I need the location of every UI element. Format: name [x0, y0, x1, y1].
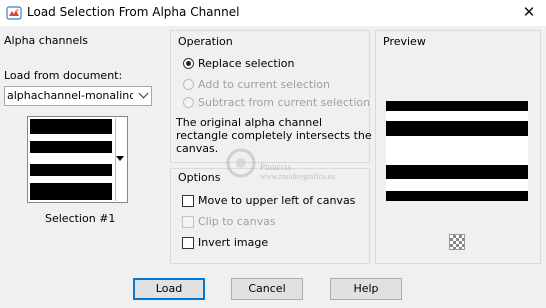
move-to-upper-left-label: Move to upper left of canvas [198, 194, 356, 207]
invert-image-label: Invert image [198, 236, 269, 249]
options-title: Options [178, 171, 221, 184]
operation-description-line: canvas. [176, 142, 219, 155]
close-button[interactable]: ✕ [514, 1, 544, 23]
preview-zoom-icon[interactable] [449, 234, 465, 250]
operation-title: Operation [178, 35, 233, 48]
document-select-value: alphachannel-monalinda [7, 89, 133, 102]
close-icon: ✕ [522, 3, 536, 21]
preview-title: Preview [383, 35, 426, 48]
document-select[interactable]: alphachannel-monalinda [4, 86, 152, 106]
thumbnail-stripe [30, 183, 112, 200]
app-icon [6, 6, 22, 20]
thumbnail-stripe [30, 164, 112, 176]
invert-image-checkbox[interactable] [182, 237, 194, 249]
clip-to-canvas-label: Clip to canvas [198, 215, 276, 228]
help-button[interactable]: Help [330, 278, 402, 300]
window-title: Load Selection From Alpha Channel [27, 5, 240, 19]
load-button[interactable]: Load [133, 278, 205, 300]
preview-stripe [386, 101, 528, 111]
preview-stripe [386, 191, 528, 201]
move-to-upper-left-checkbox[interactable] [182, 195, 194, 207]
radio-selected-dot [186, 61, 191, 66]
selection-name-label: Selection #1 [45, 212, 116, 225]
thumbnail-stripe [30, 141, 112, 153]
preview-stripe [386, 121, 528, 136]
add-to-selection-radio[interactable] [183, 79, 194, 90]
operation-description-line: rectangle completely intersects the [176, 129, 372, 142]
cancel-button[interactable]: Cancel [231, 278, 303, 300]
selection-thumbnail-picker[interactable] [27, 116, 128, 203]
add-to-selection-label: Add to current selection [198, 78, 330, 91]
clip-to-canvas-checkbox[interactable] [182, 216, 194, 228]
subtract-from-selection-radio[interactable] [183, 97, 194, 108]
chevron-down-icon [138, 88, 149, 99]
subtract-from-selection-label: Subtract from current selection [198, 96, 371, 109]
preview-stripe [386, 165, 528, 179]
load-from-document-label: Load from document: [4, 69, 123, 82]
title-bar: Load Selection From Alpha Channel ✕ [0, 0, 546, 26]
alpha-channels-title: Alpha channels [4, 34, 89, 47]
thumbnail-stripe [30, 119, 112, 134]
replace-selection-label: Replace selection [198, 57, 295, 70]
dropdown-arrow-icon [116, 156, 124, 161]
preview-image [386, 101, 528, 201]
operation-description-line: The original alpha channel [176, 116, 323, 129]
replace-selection-radio[interactable] [183, 58, 194, 69]
